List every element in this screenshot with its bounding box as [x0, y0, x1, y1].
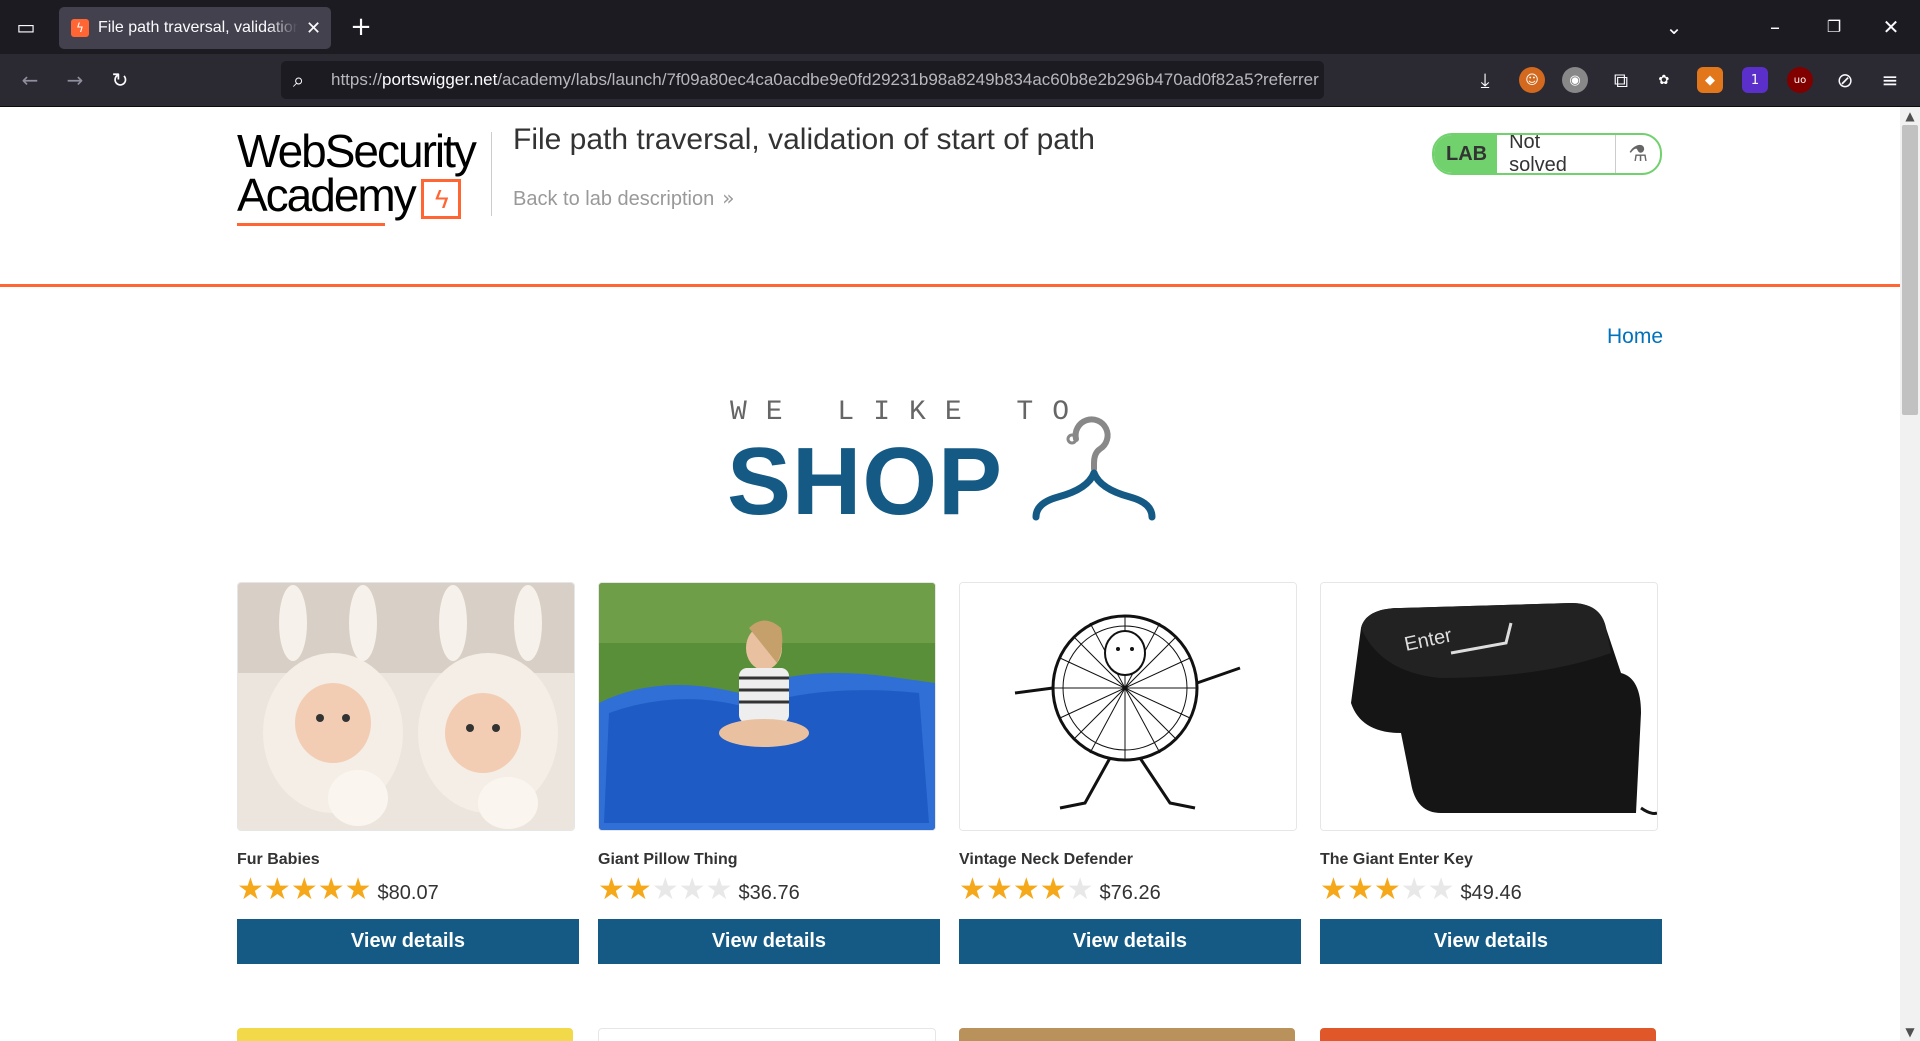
star-rating: ★★★★★ — [1320, 875, 1455, 905]
star-icon: ★ — [1346, 872, 1374, 907]
scroll-down-icon[interactable]: ▼ — [1900, 1023, 1920, 1041]
extension-badge-icon[interactable]: 1 — [1742, 67, 1768, 93]
header-rule — [0, 284, 1900, 287]
star-icon: ★ — [678, 872, 706, 907]
page-scrollbar[interactable]: ▲ ▼ — [1900, 107, 1920, 1041]
lab-status-text: Not solved — [1509, 133, 1567, 175]
product-price: $80.07 — [377, 881, 439, 904]
lab-status-widget: LAB Not solved ⚗ — [1432, 133, 1662, 175]
star-icon: ★ — [705, 872, 733, 907]
star-rating: ★★★★★ — [598, 875, 733, 905]
metamask-fox-icon[interactable]: ◆ — [1697, 67, 1723, 93]
product-name: The Giant Enter Key — [1320, 851, 1473, 868]
forward-icon[interactable]: → — [61, 66, 89, 94]
product-image-partial — [237, 1028, 573, 1041]
app-menu-icon[interactable]: ≡ — [1876, 66, 1904, 94]
product-image — [959, 582, 1297, 831]
shop-title: SHOP — [727, 428, 1004, 535]
tab-close-icon[interactable]: ✕ — [306, 18, 321, 39]
url-bar[interactable]: ⌕ https://portswigger.net/academy/labs/l… — [281, 61, 1324, 99]
downloads-icon[interactable]: ⤓ — [1471, 66, 1499, 94]
star-icon: ★ — [317, 872, 345, 907]
header-divider — [491, 132, 492, 216]
tab-title: File path traversal, validation of start… — [98, 19, 298, 36]
product-card: Fur Babies ★★★★★ $80.07 View details — [237, 582, 579, 964]
extension-mask-icon[interactable]: ◉ — [1562, 67, 1588, 93]
portswigger-favicon-icon: ϟ — [71, 19, 89, 37]
browser-tab-bar: ▭ ϟ File path traversal, validation of s… — [0, 0, 1920, 54]
web-security-academy-logo[interactable]: WebSecurity Academy ϟ — [237, 128, 487, 226]
double-chevron-right-icon: » — [722, 186, 735, 210]
view-details-button[interactable]: View details — [959, 919, 1301, 964]
new-tab-button[interactable]: + — [347, 13, 375, 41]
star-icon: ★ — [1400, 872, 1428, 907]
back-icon[interactable]: ← — [16, 66, 44, 94]
lab-badge: LAB — [1434, 135, 1498, 173]
product-image-partial — [598, 1028, 936, 1041]
cookie-extension-icon[interactable]: ✿ — [1651, 67, 1677, 93]
page-content: WebSecurity Academy ϟ File path traversal… — [0, 107, 1900, 1041]
star-icon: ★ — [1373, 872, 1401, 907]
star-icon: ★ — [651, 872, 679, 907]
product-image: Enter — [1320, 582, 1658, 831]
scroll-thumb[interactable] — [1902, 125, 1918, 415]
star-icon: ★ — [985, 872, 1013, 907]
restore-window-icon[interactable]: ❐ — [1820, 13, 1848, 41]
academy-bolt-icon: ϟ — [420, 178, 461, 219]
active-tab[interactable]: ϟ File path traversal, validation of sta… — [59, 7, 331, 49]
product-name: Vintage Neck Defender — [959, 851, 1133, 868]
compass-icon[interactable]: ⊘ — [1831, 66, 1859, 94]
product-card: Vintage Neck Defender ★★★★★ $76.26 View … — [959, 582, 1301, 964]
lab-title: File path traversal, validation of start… — [513, 123, 1095, 156]
star-icon: ★ — [1320, 872, 1347, 907]
back-to-lab-description-link[interactable]: Back to lab description» — [513, 186, 734, 211]
star-icon: ★ — [1427, 872, 1455, 907]
star-icon: ★ — [598, 872, 625, 907]
view-details-button[interactable]: View details — [1320, 919, 1662, 964]
minimize-window-icon[interactable]: – — [1761, 13, 1789, 41]
product-image-partial — [1320, 1028, 1656, 1041]
search-icon: ⌕ — [293, 68, 305, 92]
product-name: Fur Babies — [237, 851, 320, 868]
product-image-partial — [959, 1028, 1295, 1041]
extension-avatar-icon[interactable]: ☺ — [1519, 67, 1545, 93]
star-icon: ★ — [1012, 872, 1040, 907]
star-icon: ★ — [290, 872, 318, 907]
product-price: $36.76 — [738, 881, 800, 904]
product-rating: ★★★★★ $80.07 — [237, 875, 579, 905]
star-rating: ★★★★★ — [237, 875, 372, 905]
star-icon: ★ — [959, 872, 986, 907]
url-text[interactable]: https://portswigger.net/academy/labs/lau… — [331, 70, 1321, 90]
reload-icon[interactable]: ↻ — [106, 66, 134, 94]
product-card: Enter The Giant Enter Key ★★★★★ $49.46 V… — [1320, 582, 1662, 964]
scroll-up-icon[interactable]: ▲ — [1900, 107, 1920, 125]
product-image — [598, 582, 936, 831]
clothes-hanger-icon — [1032, 416, 1156, 521]
product-rating: ★★★★★ $49.46 — [1320, 875, 1662, 905]
product-card: Giant Pillow Thing ★★★★★ $36.76 View det… — [598, 582, 940, 964]
product-image — [237, 582, 575, 831]
ublock-origin-icon[interactable]: uo — [1787, 67, 1813, 93]
flask-icon: ⚗ — [1615, 135, 1660, 173]
star-rating: ★★★★★ — [959, 875, 1094, 905]
product-rating: ★★★★★ $76.26 — [959, 875, 1301, 905]
view-details-button[interactable]: View details — [598, 919, 940, 964]
home-link[interactable]: Home — [1607, 325, 1663, 349]
product-price: $76.26 — [1099, 881, 1161, 904]
tab-overview-icon[interactable]: ▭ — [12, 13, 40, 41]
product-name: Giant Pillow Thing — [598, 851, 738, 868]
star-icon: ★ — [1039, 872, 1067, 907]
star-icon: ★ — [344, 872, 372, 907]
star-icon: ★ — [1066, 872, 1094, 907]
product-rating: ★★★★★ $36.76 — [598, 875, 940, 905]
list-all-tabs-icon[interactable]: ⌄ — [1660, 13, 1688, 41]
product-price: $49.46 — [1460, 881, 1522, 904]
view-details-button[interactable]: View details — [237, 919, 579, 964]
extensions-puzzle-icon[interactable]: ⧉ — [1607, 66, 1635, 94]
logo-underline — [237, 223, 385, 226]
star-icon: ★ — [263, 872, 291, 907]
close-window-icon[interactable]: ✕ — [1877, 13, 1905, 41]
star-icon: ★ — [237, 872, 264, 907]
star-icon: ★ — [624, 872, 652, 907]
